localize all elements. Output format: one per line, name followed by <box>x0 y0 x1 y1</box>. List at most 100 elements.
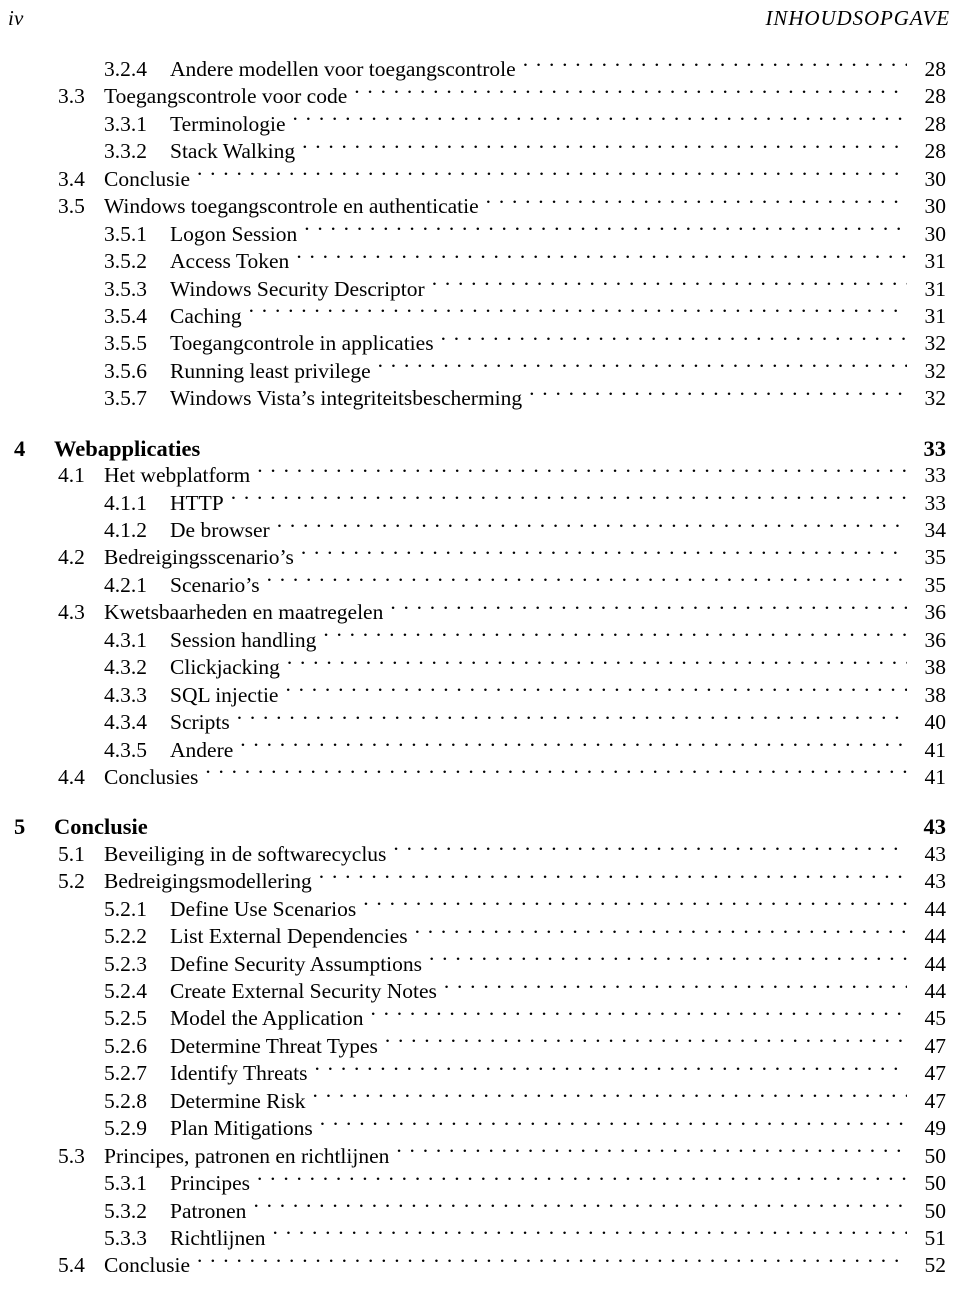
toc-dot-leader <box>441 330 907 350</box>
toc-entry[interactable]: 3.5.5 Toegangcontrole in applicaties 32 <box>0 330 960 357</box>
toc-entry[interactable]: 5.2.3 Define Security Assumptions 44 <box>0 951 960 978</box>
toc-entry-body: Bedreigingsmodellering 43 <box>104 868 946 895</box>
toc-entry[interactable]: 5.3 Principes, patronen en richtlijnen 50 <box>0 1143 960 1170</box>
toc-entry-title: Toegangscontrole voor code <box>104 84 348 109</box>
toc-entry[interactable]: 5.2.1 Define Use Scenarios 44 <box>0 896 960 923</box>
toc-dot-leader <box>415 923 907 943</box>
toc-dot-leader <box>293 111 907 131</box>
toc-entry[interactable]: 5.2.9 Plan Mitigations 49 <box>0 1115 960 1142</box>
toc-entry-title: Toegangcontrole in applicaties <box>170 331 434 356</box>
toc-entry[interactable]: 4.3 Kwetsbaarheden en maatregelen 36 <box>0 599 960 626</box>
toc-entry-page-number: 44 <box>924 924 947 949</box>
running-title: INHOUDSOPGAVE <box>765 6 950 30</box>
toc-entry-number: 5.2.4 <box>104 979 147 1003</box>
toc-dot-leader <box>197 166 907 186</box>
toc-entry-page-number: 47 <box>924 1088 947 1113</box>
toc-entry[interactable]: 3.5.6 Running least privilege 32 <box>0 358 960 385</box>
toc-dot-leader <box>301 544 907 564</box>
toc-entry[interactable]: 3.3.1 Terminologie 28 <box>0 111 960 138</box>
toc-entry[interactable]: 3.3.2 Stack Walking 28 <box>0 138 960 165</box>
toc-entry[interactable]: 5.2.8 Determine Risk 47 <box>0 1088 960 1115</box>
toc-entry-body: SQL injectie 38 <box>170 682 946 709</box>
toc-entry[interactable]: 4.3.1 Session handling 36 <box>0 627 960 654</box>
toc-entry-body: Andere 41 <box>170 737 946 764</box>
toc-entry-body: De browser 34 <box>170 517 946 544</box>
toc-entry[interactable]: 4.3.2 Clickjacking 38 <box>0 654 960 681</box>
toc-entry[interactable]: 3.5.7 Windows Vista’s integriteitsbescher… <box>0 385 960 412</box>
toc-entry[interactable]: 4.1 Het webplatform 33 <box>0 462 960 489</box>
toc-entry-number: 3.5.7 <box>104 386 147 411</box>
toc-entry[interactable]: 5.2.4 Create External Security Notes 44 <box>0 978 960 1005</box>
toc-entry-title: Clickjacking <box>170 655 280 680</box>
toc-entry[interactable]: 4 Webapplicaties 33 <box>0 435 960 462</box>
toc-entry-page-number: 31 <box>924 276 947 301</box>
toc-entry-body: Kwetsbaarheden en maatregelen 36 <box>104 599 946 626</box>
toc-entry[interactable]: 5.2.5 Model the Application 45 <box>0 1005 960 1032</box>
toc-entry-page-number: 41 <box>924 737 947 762</box>
toc-entry-body: Het webplatform 33 <box>104 462 946 489</box>
toc-entry-page-number: 44 <box>924 896 947 921</box>
toc-entry-number: 5.3 <box>58 1143 85 1168</box>
toc-entry[interactable]: 5 Conclusie 43 <box>0 813 960 840</box>
toc-entry[interactable]: 3.2.4 Andere modellen voor toegangscontro… <box>0 56 960 83</box>
toc-entry-number: 3.5.2 <box>104 249 147 274</box>
toc-dot-leader <box>320 1115 907 1135</box>
toc-entry[interactable]: 5.3.3 Richtlijnen 51 <box>0 1225 960 1252</box>
toc-entry[interactable]: 4.1.1 HTTP 33 <box>0 490 960 517</box>
toc-entry[interactable]: 4.2.1 Scenario’s 35 <box>0 572 960 599</box>
toc-entry[interactable]: 5.3.2 Patronen 50 <box>0 1198 960 1225</box>
toc-entry-page-number: 32 <box>924 386 947 411</box>
toc-entry-page-number: 43 <box>924 869 947 894</box>
toc-entry-page-number: 30 <box>924 166 947 191</box>
toc-entry-number: 5.1 <box>58 841 85 866</box>
toc-entry-body: Define Security Assumptions 44 <box>170 951 946 978</box>
toc-entry-title: Caching <box>170 303 242 328</box>
toc-entry-body: Plan Mitigations 49 <box>170 1115 946 1142</box>
toc-entry-number: 3.3 <box>58 84 85 109</box>
toc-entry-number: 5.3.2 <box>104 1198 147 1223</box>
toc-entry-number: 3.5.5 <box>104 331 147 356</box>
toc-dot-leader <box>302 138 907 158</box>
toc-entry-number: 5 <box>14 814 26 840</box>
toc-entry-body: Scenario’s 35 <box>170 572 946 599</box>
toc-entry-page-number: 49 <box>924 1116 947 1141</box>
toc-entry[interactable]: 3.5 Windows toegangscontrole en authentic… <box>0 193 960 220</box>
toc-entry-number: 4.1.1 <box>104 490 147 515</box>
toc-entry[interactable]: 5.4 Conclusie 52 <box>0 1252 960 1279</box>
toc-entry[interactable]: 5.2.6 Determine Threat Types 47 <box>0 1033 960 1060</box>
toc-entry-body: Beveiliging in de softwarecyclus 43 <box>104 841 946 868</box>
toc-entry[interactable]: 3.4 Conclusie 30 <box>0 166 960 193</box>
toc-entry-body: Session handling 36 <box>170 627 946 654</box>
toc-entry[interactable]: 5.3.1 Principes 50 <box>0 1170 960 1197</box>
toc-entry[interactable]: 3.5.1 Logon Session 30 <box>0 221 960 248</box>
toc-entry-title: Create External Security Notes <box>170 979 437 1003</box>
toc-dot-leader <box>393 841 907 861</box>
toc-entry-number: 4.2.1 <box>104 572 147 597</box>
toc-entry[interactable]: 4.3.3 SQL injectie 38 <box>0 682 960 709</box>
toc-entry[interactable]: 4.2 Bedreigingsscenario’s 35 <box>0 544 960 571</box>
toc-entry[interactable]: 3.5.2 Access Token 31 <box>0 248 960 275</box>
toc-entry-number: 5.2.3 <box>104 951 147 976</box>
toc-entry[interactable]: 3.3 Toegangscontrole voor code 28 <box>0 83 960 110</box>
toc-entry[interactable]: 5.1 Beveiliging in de softwarecyclus 43 <box>0 841 960 868</box>
toc-entry[interactable]: 3.5.4 Caching 31 <box>0 303 960 330</box>
toc-entry[interactable]: 3.5.3 Windows Security Descriptor 31 <box>0 276 960 303</box>
toc-entry-page-number: 30 <box>924 194 947 219</box>
toc-entry-title: Webapplicaties <box>54 435 201 461</box>
toc-entry[interactable]: 4.4 Conclusies 41 <box>0 764 960 791</box>
toc-entry-body: Scripts 40 <box>170 709 946 736</box>
toc-entry[interactable]: 4.1.2 De browser 34 <box>0 517 960 544</box>
toc-entry-title: Bedreigingsscenario’s <box>104 545 294 570</box>
toc-entry-title: Richtlijnen <box>170 1225 266 1250</box>
toc-entry-page-number: 50 <box>924 1143 947 1168</box>
toc-entry-number: 5.3.3 <box>104 1225 147 1250</box>
toc-entry[interactable]: 4.3.5 Andere 41 <box>0 737 960 764</box>
toc-entry[interactable]: 5.2 Bedreigingsmodellering 43 <box>0 868 960 895</box>
toc-entry-title: Bedreigingsmodellering <box>104 869 312 894</box>
toc-entry[interactable]: 4.3.4 Scripts 40 <box>0 709 960 736</box>
toc-entry[interactable]: 5.2.2 List External Dependencies 44 <box>0 923 960 950</box>
toc-entry-body: Clickjacking 38 <box>170 654 946 681</box>
toc-entry-title: Het webplatform <box>104 463 251 488</box>
toc-entry-body: Webapplicaties 33 <box>54 435 946 462</box>
toc-entry[interactable]: 5.2.7 Identify Threats 47 <box>0 1060 960 1087</box>
